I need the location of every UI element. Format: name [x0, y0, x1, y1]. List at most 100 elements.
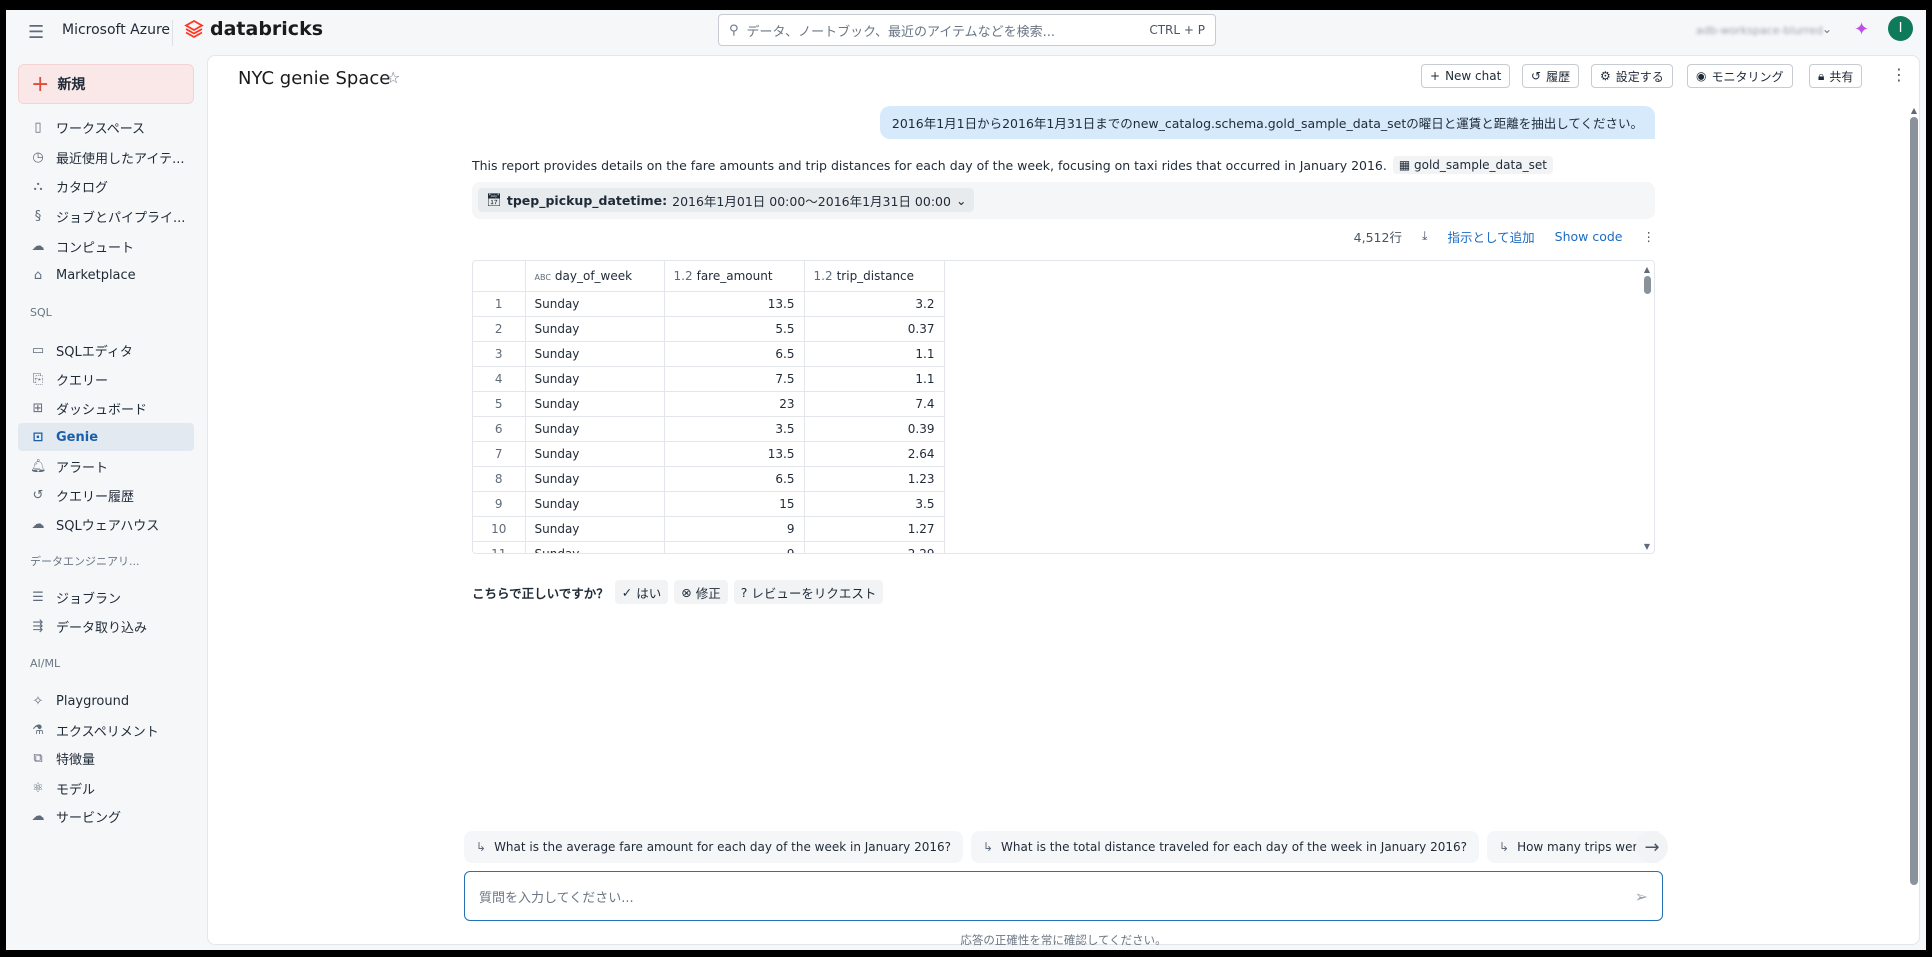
- row-index[interactable]: 10: [473, 516, 526, 542]
- arrow-right-icon[interactable]: →: [1636, 831, 1668, 863]
- suggestion-chip[interactable]: ↳ What is the total distance traveled for…: [970, 831, 1479, 863]
- table-cell[interactable]: Sunday: [525, 466, 665, 492]
- sidebar-item-experiments[interactable]: ⚗ エクスペリメント: [18, 716, 194, 744]
- scroll-down-icon[interactable]: ▼: [1642, 542, 1652, 551]
- add-instruction-link[interactable]: 指示として追加: [1448, 227, 1535, 246]
- sidebar-item-warehouses[interactable]: ☁ SQLウェアハウス: [18, 510, 194, 538]
- table-cell[interactable]: 23: [664, 391, 805, 417]
- scroll-thumb[interactable]: [1643, 276, 1651, 294]
- table-cell[interactable]: Sunday: [525, 316, 665, 342]
- star-icon[interactable]: ☆: [386, 68, 400, 87]
- row-index[interactable]: 9: [473, 491, 526, 517]
- sidebar-item-workspace[interactable]: ▯ ワークスペース: [18, 113, 194, 141]
- table-cell[interactable]: 1.1: [804, 341, 945, 367]
- yes-button[interactable]: ✓ はい: [614, 580, 669, 604]
- more-options-icon[interactable]: ⋮: [1643, 229, 1656, 244]
- sidebar-item-query-history[interactable]: ↺ クエリー履歴: [18, 481, 194, 509]
- table-cell[interactable]: 3.5: [664, 416, 805, 442]
- sidebar-item-recents[interactable]: ◷ 最近使用したアイテ...: [18, 143, 194, 171]
- search-input[interactable]: ⚲ データ、ノートブック、最近のアイテムなどを検索... CTRL + P: [718, 14, 1216, 46]
- sidebar-item-dashboards[interactable]: ⊞ ダッシュボード: [18, 394, 194, 422]
- table-cell[interactable]: 13.5: [664, 441, 805, 467]
- row-index[interactable]: 6: [473, 416, 526, 442]
- row-index[interactable]: 3: [473, 341, 526, 367]
- date-filter[interactable]: 📅︎ tpep_pickup_datetime: 2016年1月01日 00:0…: [478, 188, 975, 212]
- monitoring-button[interactable]: ◉ モニタリング: [1687, 64, 1793, 88]
- sidebar-item-jobs[interactable]: § ジョブとパイプライ...: [18, 202, 194, 230]
- sidebar-item-sql-editor[interactable]: ▭ SQLエディタ: [18, 336, 194, 364]
- row-index[interactable]: 4: [473, 366, 526, 392]
- row-index[interactable]: 7: [473, 441, 526, 467]
- table-cell[interactable]: Sunday: [525, 341, 665, 367]
- scroll-up-icon[interactable]: ▲: [1909, 106, 1919, 115]
- table-cell[interactable]: Sunday: [525, 441, 665, 467]
- download-icon[interactable]: ⤓: [1422, 228, 1428, 244]
- sidebar-item-job-runs[interactable]: ☰ ジョブラン: [18, 583, 194, 611]
- share-button[interactable]: 🔒︎ 共有: [1809, 64, 1863, 88]
- column-header[interactable]: 1.2 fare_amount: [664, 261, 805, 292]
- sidebar-item-queries[interactable]: ⎘ クエリー: [18, 365, 194, 393]
- show-code-link[interactable]: Show code: [1555, 229, 1623, 244]
- request-review-button[interactable]: ? レビューをリクエスト: [733, 580, 884, 604]
- table-cell[interactable]: 7.5: [664, 366, 805, 392]
- table-cell[interactable]: Sunday: [525, 516, 665, 542]
- sidebar-item-marketplace[interactable]: ⌂ Marketplace: [18, 261, 194, 289]
- table-cell[interactable]: 15: [664, 491, 805, 517]
- sidebar-item-catalog[interactable]: ⛬ カタログ: [18, 172, 194, 200]
- chevron-down-icon[interactable]: ⌄: [1822, 22, 1832, 36]
- table-cell[interactable]: 3.5: [804, 491, 945, 517]
- scroll-up-icon[interactable]: ▲: [1642, 265, 1652, 274]
- suggestion-chip[interactable]: ↳How many trips were made on each day of: [1487, 831, 1659, 863]
- table-chip[interactable]: ▦ gold_sample_data_set: [1392, 156, 1553, 174]
- table-cell[interactable]: 6.5: [664, 341, 805, 367]
- hamburger-icon[interactable]: ☰: [28, 22, 46, 43]
- row-index[interactable]: 11: [473, 541, 526, 553]
- send-icon[interactable]: ➢: [1635, 887, 1648, 906]
- table-cell[interactable]: Sunday: [525, 416, 665, 442]
- sidebar-item-models[interactable]: ⚛ モデル: [18, 774, 194, 802]
- column-header[interactable]: 1.2 trip_distance: [804, 261, 945, 292]
- row-index[interactable]: 1: [473, 291, 526, 317]
- table-cell[interactable]: Sunday: [525, 541, 665, 553]
- sidebar-item-features[interactable]: ⧉ 特徴量: [18, 744, 194, 772]
- row-index[interactable]: 2: [473, 316, 526, 342]
- table-cell[interactable]: 13.5: [664, 291, 805, 317]
- suggestion-chip[interactable]: ↳ What is the average fare amount for eac…: [464, 831, 963, 863]
- sidebar-item-playground[interactable]: ✧ Playground: [18, 687, 194, 715]
- table-cell[interactable]: Sunday: [525, 391, 665, 417]
- avatar[interactable]: I: [1888, 16, 1913, 41]
- table-cell[interactable]: 6.5: [664, 466, 805, 492]
- scroll-thumb[interactable]: [1910, 117, 1918, 885]
- fix-button[interactable]: ⊗ 修正: [674, 580, 728, 604]
- table-cell[interactable]: 1.1: [804, 366, 945, 392]
- sidebar-item-serving[interactable]: ☁ サービング: [18, 802, 194, 830]
- workspace-selector[interactable]: adb-workspace-blurred: [1696, 24, 1823, 37]
- sidebar-item-compute[interactable]: ☁ コンピュート: [18, 232, 194, 260]
- page-scrollbar[interactable]: ▲: [1909, 106, 1919, 936]
- assistant-sparkle-icon[interactable]: ✦: [1854, 19, 1869, 40]
- table-scrollbar[interactable]: ▲ ▼: [1642, 265, 1652, 551]
- table-cell[interactable]: Sunday: [525, 366, 665, 392]
- table-cell[interactable]: 3.2: [804, 291, 945, 317]
- column-header[interactable]: ABC day_of_week: [525, 261, 665, 292]
- databricks-logo[interactable]: databricks: [184, 18, 323, 40]
- table-cell[interactable]: Sunday: [525, 491, 665, 517]
- table-cell[interactable]: 7.4: [804, 391, 945, 417]
- table-cell[interactable]: 2.64: [804, 441, 945, 467]
- more-options-icon[interactable]: ⋮: [1891, 65, 1907, 84]
- table-cell[interactable]: 1.27: [804, 516, 945, 542]
- table-cell[interactable]: 5.5: [664, 316, 805, 342]
- table-cell[interactable]: 0.37: [804, 316, 945, 342]
- table-cell[interactable]: 1.23: [804, 466, 945, 492]
- sidebar-item-genie[interactable]: ⊡ Genie: [18, 423, 194, 451]
- sidebar-item-data-ingestion[interactable]: ⇶ データ取り込み: [18, 612, 194, 640]
- table-cell[interactable]: 0.39: [804, 416, 945, 442]
- table-cell[interactable]: Sunday: [525, 291, 665, 317]
- table-cell[interactable]: 9: [664, 541, 805, 553]
- sidebar-item-alerts[interactable]: 🔔︎ アラート: [18, 452, 194, 480]
- new-button[interactable]: + 新規: [18, 64, 194, 104]
- question-input[interactable]: 質問を入力してください... ➢: [464, 871, 1663, 921]
- table-cell[interactable]: 9: [664, 516, 805, 542]
- row-index[interactable]: 8: [473, 466, 526, 492]
- table-cell[interactable]: 2.29: [804, 541, 945, 553]
